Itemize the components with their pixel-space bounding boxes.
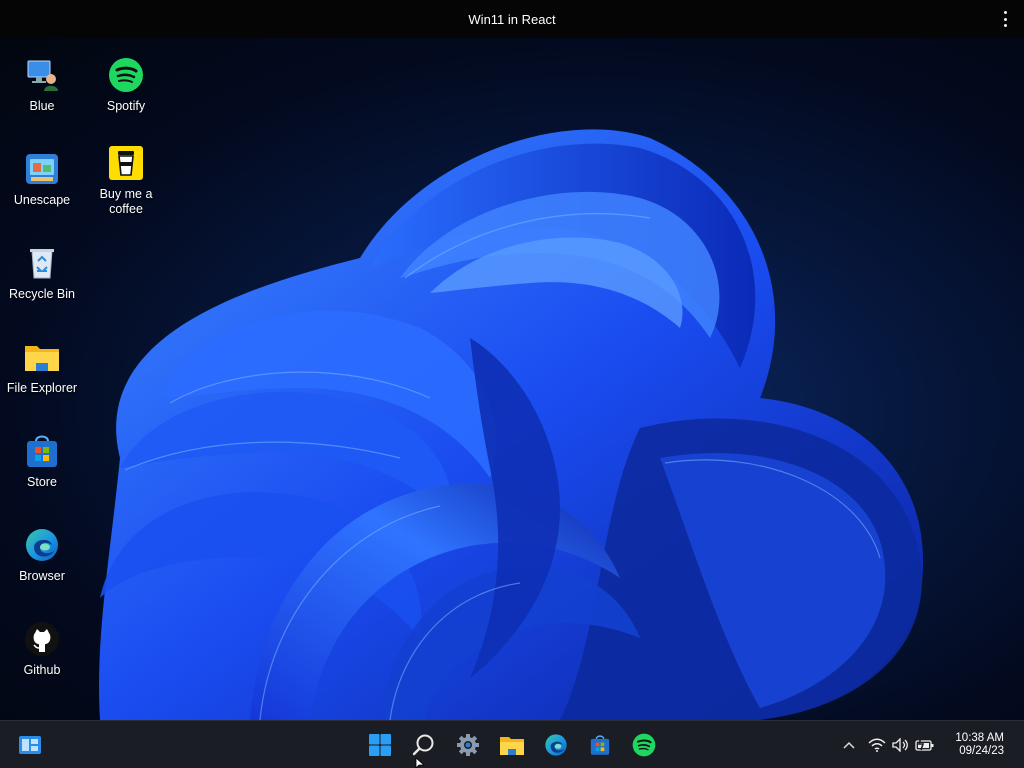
desktop-icon-recycle-bin[interactable]: Recycle Bin — [0, 244, 84, 302]
unescape-icon — [23, 150, 61, 188]
blue-pc-icon — [23, 56, 61, 94]
edge-icon — [23, 526, 61, 564]
file-explorer-icon[interactable] — [497, 730, 527, 760]
desktop-icon-label: File Explorer — [6, 381, 78, 395]
desktop-icon-label: Buy me a coffee — [99, 187, 153, 216]
desktop: Blue Unescape Recycle Bin File Explorer … — [0, 38, 1024, 720]
edge-icon[interactable] — [541, 730, 571, 760]
desktop-icon-unescape[interactable]: Unescape — [0, 150, 84, 208]
search-icon[interactable] — [409, 730, 439, 760]
desktop-icon-label: Store — [27, 475, 57, 489]
window-title: Win11 in React — [468, 11, 556, 27]
widgets-icon[interactable] — [15, 730, 45, 760]
desktop-icon-file-explorer[interactable]: File Explorer — [0, 338, 84, 396]
folder-icon — [23, 338, 61, 376]
wallpaper-bloom — [99, 129, 924, 720]
clock-time: 10:38 AM — [955, 732, 1004, 744]
taskbar-clock[interactable]: 10:38 AM 09/24/23 — [955, 732, 1004, 758]
desktop-icon-label: Spotify — [106, 99, 146, 113]
desktop-icon-browser[interactable]: Browser — [0, 526, 84, 584]
spotify-icon[interactable] — [629, 730, 659, 760]
chevron-up-icon[interactable] — [839, 735, 859, 755]
store-icon[interactable] — [585, 730, 615, 760]
desktop-icon-label: Browser — [19, 569, 65, 583]
github-icon — [23, 620, 61, 658]
recycle-bin-icon — [23, 244, 61, 282]
desktop-icon-github[interactable]: Github — [0, 620, 84, 678]
desktop-icon-label: Blue — [29, 99, 55, 113]
volume-icon[interactable] — [891, 735, 911, 755]
more-options-icon[interactable] — [998, 11, 1012, 27]
desktop-icon-blue[interactable]: Blue — [0, 56, 84, 114]
desktop-icon-spotify[interactable]: Spotify — [84, 56, 168, 114]
battery-icon[interactable] — [915, 735, 935, 755]
desktop-icon-label: Recycle Bin — [9, 287, 75, 301]
coffee-cup-icon — [107, 144, 145, 182]
browser-title-bar: Win11 in React — [0, 0, 1024, 38]
windows-start-icon[interactable] — [365, 730, 395, 760]
clock-date: 09/24/23 — [959, 745, 1004, 757]
mouse-cursor-icon — [415, 758, 425, 768]
spotify-icon — [107, 56, 145, 94]
wifi-icon[interactable] — [867, 735, 887, 755]
taskbar: 10:38 AM 09/24/23 — [0, 720, 1024, 768]
store-icon — [23, 432, 61, 470]
settings-gear-icon[interactable] — [453, 730, 483, 760]
desktop-icon-buy-me-a-coffee[interactable]: Buy me a coffee — [84, 144, 168, 217]
desktop-icon-label: Github — [23, 663, 61, 677]
desktop-icon-store[interactable]: Store — [0, 432, 84, 490]
desktop-icon-label: Unescape — [13, 193, 71, 207]
